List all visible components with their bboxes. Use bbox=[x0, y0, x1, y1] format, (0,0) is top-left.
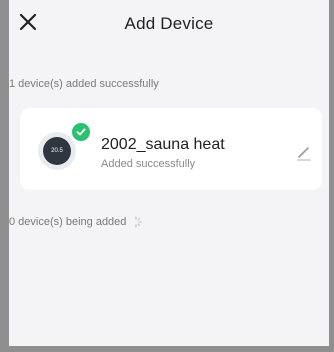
device-name: 2002_sauna heat bbox=[101, 136, 225, 153]
device-status: Added successfully bbox=[101, 158, 196, 170]
adding-count-label: 0 device(s) being added bbox=[9, 216, 127, 228]
added-count-label: 1 device(s) added successfully bbox=[9, 78, 159, 90]
success-check-icon bbox=[72, 123, 90, 141]
edit-name-button[interactable] bbox=[295, 144, 313, 162]
device-thumbnail: 20.5 bbox=[38, 132, 76, 170]
loading-spinner-icon bbox=[135, 216, 143, 228]
thermostat-display: 20.5 bbox=[43, 137, 71, 165]
adding-count-row: 0 device(s) being added bbox=[9, 216, 143, 228]
device-card[interactable]: 20.5 2002_sauna heat Added successfully bbox=[20, 108, 322, 190]
header: Add Device bbox=[9, 0, 329, 46]
thermostat-reading: 20.5 bbox=[51, 148, 63, 154]
add-device-screen: Add Device 1 device(s) added successfull… bbox=[9, 0, 329, 346]
pencil-icon bbox=[297, 147, 311, 161]
page-title: Add Device bbox=[124, 14, 214, 33]
